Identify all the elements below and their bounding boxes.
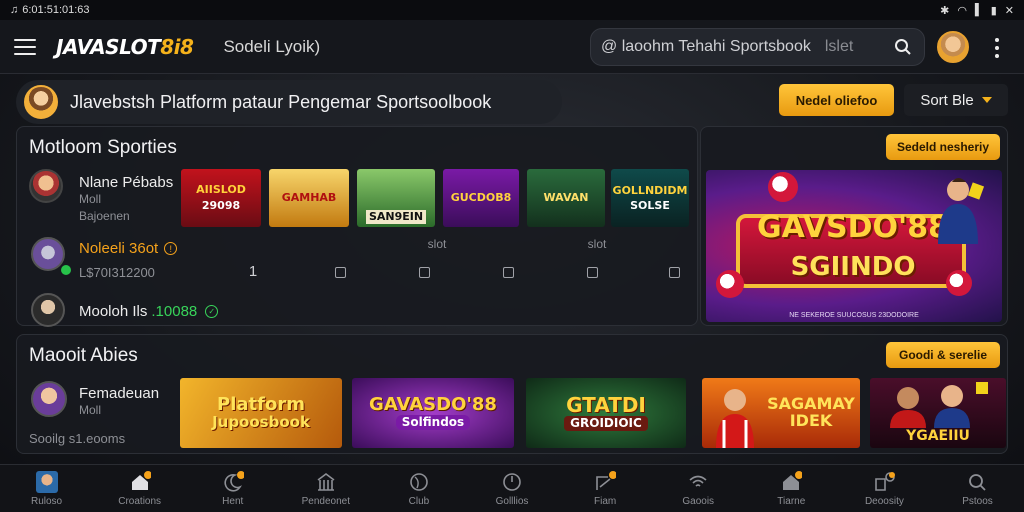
game-thumb[interactable]: SAN9EIN — [357, 169, 435, 227]
avatar[interactable] — [31, 381, 67, 417]
bottom-nav: Ruloso Croations Hent Pendeonet Club Gol… — [0, 464, 1024, 512]
promo-card[interactable]: GAVASDO'88 Solfindos — [352, 378, 514, 448]
user-meta: Sooilg s1.eooms — [29, 431, 126, 446]
avatar[interactable] — [31, 293, 65, 327]
cell-value: 1 — [248, 263, 258, 280]
more-icon[interactable] — [995, 38, 999, 58]
ball-icon — [768, 172, 798, 202]
game-thumb[interactable]: GOLLNDIDM SOLSE — [611, 169, 689, 227]
ball-icon — [946, 270, 972, 296]
newest-button[interactable]: Nedel oliefoo — [779, 84, 894, 116]
section-title: Maooit Abies — [29, 345, 138, 366]
welcome-banner: Jlavebstsh Platform pataur Pengemar Spor… — [16, 80, 562, 124]
avatar — [24, 85, 58, 119]
profile-avatar[interactable] — [937, 31, 969, 63]
status-time: 6:01:51:01:63 — [22, 4, 90, 16]
player-illustration — [880, 382, 990, 428]
game-thumb[interactable]: AIISLOD 29098 — [181, 169, 261, 227]
promo-card[interactable]: GTATDI GROIDIOIC — [526, 378, 686, 448]
list-item[interactable] — [29, 169, 63, 203]
avatar-icon — [35, 470, 58, 493]
user-row-3: Mooloh Ils .10088 ✓ — [79, 303, 219, 320]
info-icon: ! — [164, 242, 178, 255]
view-all-button[interactable]: Goodi & serelie — [886, 342, 1000, 368]
banner-text: Jlavebstsh Platform pataur Pengemar Spor… — [70, 91, 492, 112]
search-icon — [969, 473, 987, 491]
menu-icon[interactable] — [14, 38, 36, 55]
sort-dropdown[interactable]: Sort Ble — [904, 84, 1008, 116]
player-illustration — [938, 178, 984, 244]
user-meta: Bajoenen — [79, 209, 130, 223]
nav-item-hent[interactable]: Hent — [186, 465, 279, 512]
nav-item-creations[interactable]: Croations — [93, 465, 186, 512]
cell-label: slot — [587, 237, 607, 251]
search-filter[interactable]: lslet — [825, 38, 853, 56]
close-icon[interactable]: ✕ — [1005, 4, 1014, 17]
featured-subtitle: SGIINDO — [790, 252, 916, 282]
house-icon — [783, 470, 803, 490]
nav-item-deoosity[interactable]: Deoosity — [838, 465, 931, 512]
section-title: Motloom Sporties — [29, 137, 177, 158]
nav-item-tiarne[interactable]: Tiarne — [745, 465, 838, 512]
chevron-down-icon — [981, 97, 992, 103]
search-text: @ laoohm Tehahi Sportsbook — [601, 38, 811, 55]
clock-icon — [503, 472, 521, 491]
checkbox[interactable] — [669, 267, 680, 278]
game-thumb[interactable]: GAMHAB — [269, 169, 349, 227]
user-name: Femadeuan — [79, 385, 160, 402]
user-name: Mooloh Ils — [79, 303, 148, 320]
bluetooth-icon: ✱ — [940, 4, 950, 17]
chart-icon — [596, 470, 617, 490]
check-icon: ✓ — [205, 305, 219, 318]
nav-item-pendeonet[interactable]: Pendeonet — [279, 465, 372, 512]
user-name-highlight: Noleeli 36ot ! — [79, 240, 178, 257]
checkbox[interactable] — [335, 267, 346, 278]
player-illustration — [712, 384, 758, 448]
checkbox[interactable] — [503, 267, 514, 278]
stats-icon — [875, 471, 896, 491]
checkbox[interactable] — [419, 267, 430, 278]
home-icon — [131, 470, 151, 490]
nav-item-club[interactable]: Club — [372, 465, 465, 512]
globe-icon — [410, 472, 428, 491]
game-thumb[interactable]: WAVAN — [527, 169, 605, 227]
search-icon[interactable] — [894, 38, 912, 56]
featured-game-banner[interactable]: GAVSDO'88 SGIINDO NE SEKEROE SUUCOSUS 23… — [706, 170, 1002, 322]
promo-card[interactable]: Platform Jupoosbook — [180, 378, 342, 448]
app-bar: JAVASLOT8i8 Sodeli Lyoik) @ laoohm Tehah… — [0, 20, 1024, 74]
avatar — [29, 169, 63, 203]
nav-item-gaoois[interactable]: Gaoois — [652, 465, 745, 512]
battery-icon: ▮ — [990, 4, 997, 17]
cell-label: slot — [427, 237, 447, 251]
moon-icon — [224, 470, 244, 492]
nav-item-profile[interactable]: Ruloso — [0, 465, 93, 512]
nav-item-pstoos[interactable]: Pstoos — [931, 465, 1024, 512]
featured-footer: NE SEKEROE SUUCOSUS 23DODOIRE — [789, 312, 919, 319]
search-input[interactable]: @ laoohm Tehahi Sportsbook lslet — [590, 28, 925, 66]
game-thumb[interactable]: GUCDOB8 — [443, 169, 519, 227]
nav-item-golllios[interactable]: Golllios — [465, 465, 558, 512]
avatar[interactable] — [31, 237, 65, 271]
status-bar: ♫ 6:01:51:01:63 ✱ ◠ ▌ ▮ ✕ — [0, 0, 1024, 20]
checkbox[interactable] — [587, 267, 598, 278]
nav-item-fiam[interactable]: Fiam — [559, 465, 652, 512]
logo[interactable]: JAVASLOT8i8 — [56, 35, 194, 59]
user-meta: Moll — [79, 403, 102, 417]
building-icon — [317, 472, 335, 491]
music-icon: ♫ — [10, 4, 19, 16]
user-score: .10088 — [151, 303, 198, 320]
online-icon — [61, 265, 71, 275]
user-name: Nlane Pébabs — [79, 174, 174, 191]
user-meta: Moll — [79, 192, 102, 206]
wifi-icon — [689, 475, 707, 487]
user-meta: L$70I312200 — [79, 265, 155, 280]
sports-section: Motloom Sporties Nlane Pébabs Moll Bajoe… — [16, 126, 698, 327]
sort-label: Sort Ble — [920, 91, 974, 109]
ball-icon — [716, 270, 744, 298]
wifi-icon: ◠ — [957, 4, 967, 17]
app-subtitle: Sodeli Lyoik) — [223, 36, 321, 56]
select-button[interactable]: Sedeld nesheriy — [886, 134, 1000, 160]
signal-icon: ▌ — [974, 4, 983, 16]
